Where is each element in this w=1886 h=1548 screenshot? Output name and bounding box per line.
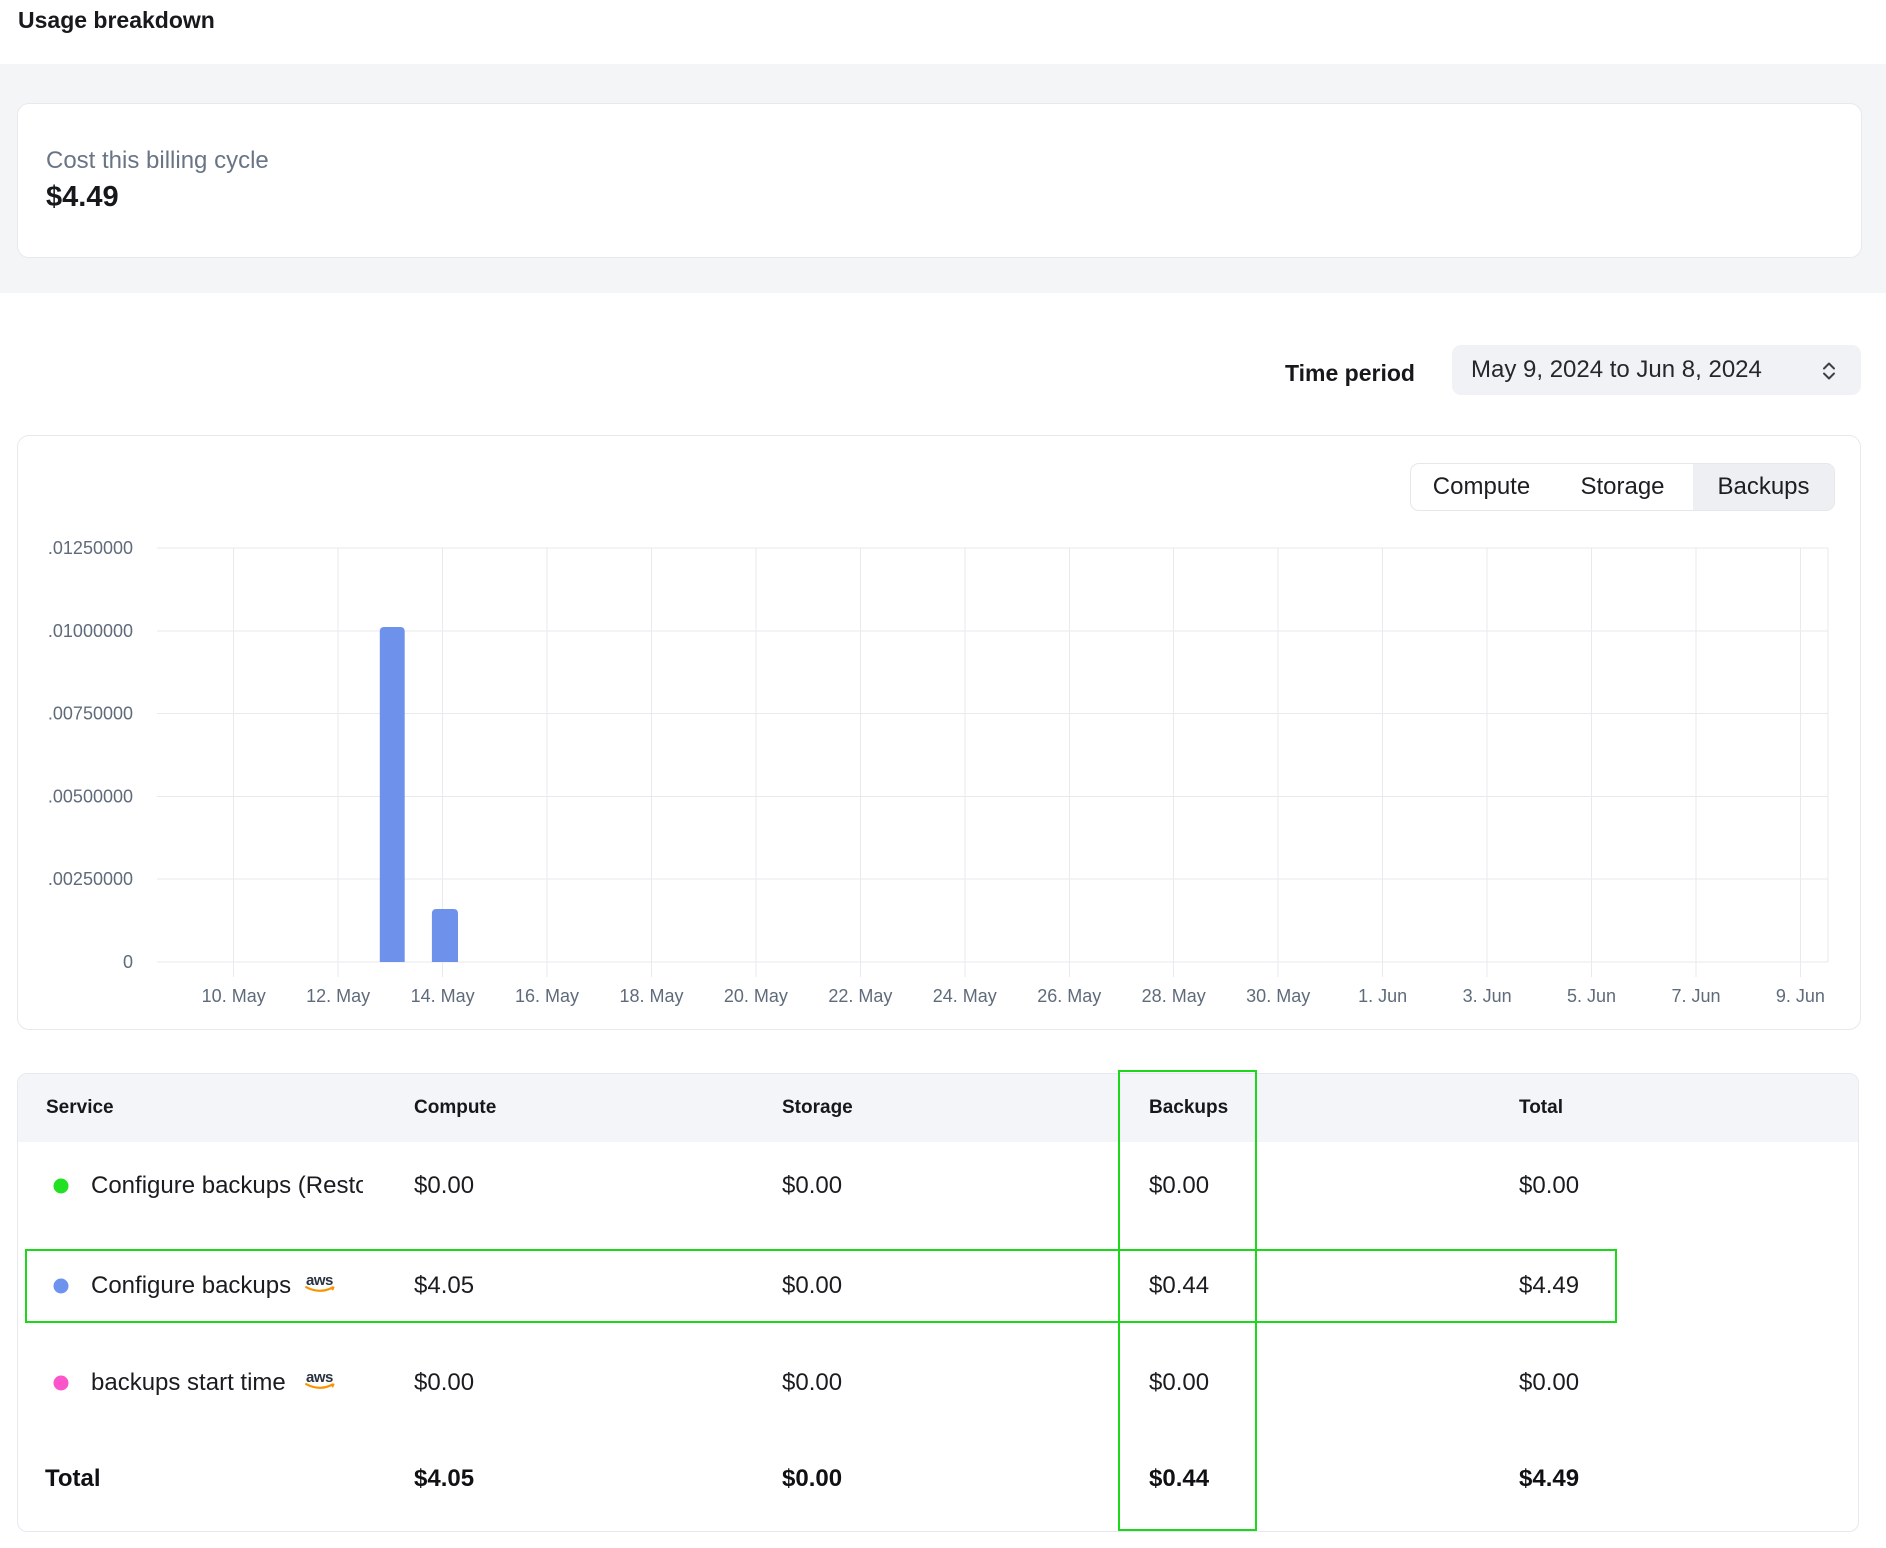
- svg-text:.00750000: .00750000: [48, 704, 133, 724]
- svg-text:.00250000: .00250000: [48, 869, 133, 889]
- svg-text:26. May: 26. May: [1037, 986, 1101, 1006]
- svg-text:10. May: 10. May: [202, 986, 266, 1006]
- svg-text:22. May: 22. May: [828, 986, 892, 1006]
- svg-text:9. Jun: 9. Jun: [1776, 986, 1825, 1006]
- svg-text:.01250000: .01250000: [48, 538, 133, 558]
- svg-text:.00500000: .00500000: [48, 786, 133, 806]
- svg-text:5. Jun: 5. Jun: [1567, 986, 1616, 1006]
- svg-text:12. May: 12. May: [306, 986, 370, 1006]
- svg-text:18. May: 18. May: [619, 986, 683, 1006]
- svg-text:30. May: 30. May: [1246, 986, 1310, 1006]
- svg-text:24. May: 24. May: [933, 986, 997, 1006]
- svg-text:0: 0: [123, 952, 133, 972]
- svg-text:aws: aws: [306, 1369, 333, 1386]
- svg-text:.01000000: .01000000: [48, 621, 133, 641]
- svg-text:28. May: 28. May: [1142, 986, 1206, 1006]
- svg-text:1. Jun: 1. Jun: [1358, 986, 1407, 1006]
- svg-text:14. May: 14. May: [411, 986, 475, 1006]
- svg-text:7. Jun: 7. Jun: [1671, 986, 1720, 1006]
- svg-text:20. May: 20. May: [724, 986, 788, 1006]
- svg-text:16. May: 16. May: [515, 986, 579, 1006]
- svg-text:3. Jun: 3. Jun: [1463, 986, 1512, 1006]
